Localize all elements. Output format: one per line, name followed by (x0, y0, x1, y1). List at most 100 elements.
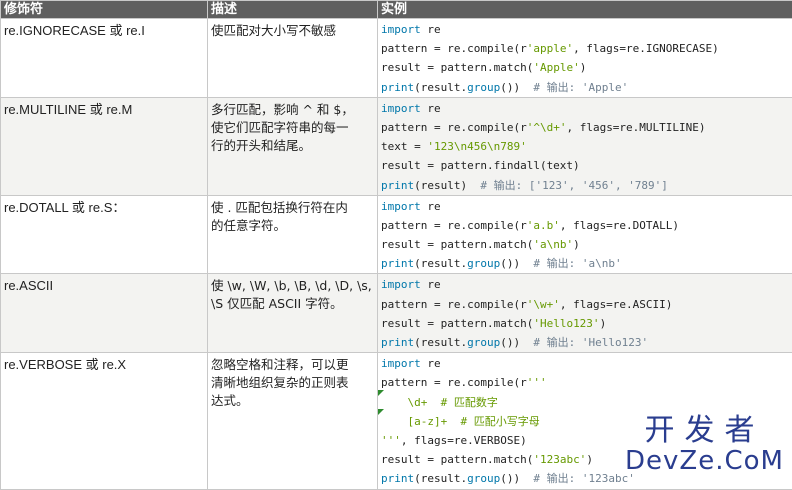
table-row: re.IGNORECASE 或 re.I 使匹配对大小写不敏感 import r… (1, 19, 792, 98)
line-marker-icon (378, 409, 384, 415)
code-line: pattern = re.compile(r''' (381, 373, 792, 392)
code-token: , flags=re.VERBOSE) (401, 434, 527, 447)
code-token: 'Apple' (533, 61, 579, 74)
header-example: 实例 (378, 1, 792, 19)
code-token: import (381, 357, 421, 370)
header-flag: 修饰符 (1, 1, 208, 19)
code-token: pattern = re.compile(r (381, 298, 527, 311)
code-token: # 匹配小写字母 (460, 415, 539, 428)
code-line: \d+ # 匹配数字 (381, 393, 792, 412)
code-token: \d+ (381, 396, 441, 409)
code-token: re (421, 23, 441, 36)
code-token: ) (586, 453, 593, 466)
code-line: result = pattern.match('Hello123') (381, 314, 792, 333)
code-line: result = pattern.match('Apple') (381, 58, 792, 77)
code-token: result = pattern.findall(text) (381, 159, 580, 172)
code-token: ''' (381, 434, 401, 447)
code-token: import (381, 23, 421, 36)
code-token: # 匹配数字 (441, 396, 498, 409)
code-line: ''', flags=re.VERBOSE) (381, 431, 792, 450)
table-body: re.IGNORECASE 或 re.I 使匹配对大小写不敏感 import r… (1, 19, 792, 490)
code-token: group (467, 257, 500, 270)
description-line: 的任意字符。 (211, 217, 372, 235)
code-token: print (381, 81, 414, 94)
code-line: import re (381, 275, 792, 294)
code-token: # 输出: ['123', '456', '789'] (480, 179, 668, 192)
code-line: result = pattern.findall(text) (381, 156, 792, 175)
code-token: re (421, 357, 441, 370)
code-line: print(result.group()) # 输出: 'a\nb' (381, 254, 792, 273)
table-row: re.ASCII 使 \w, \W, \b, \B, \d, \D, \s,\S… (1, 274, 792, 353)
code-example-cell: import repattern = re.compile(r'a.b', fl… (378, 195, 792, 274)
code-token: '123abc' (533, 453, 586, 466)
code-token: , flags=re.ASCII) (560, 298, 673, 311)
description-cell: 忽略空格和注释，可以更清晰地组织复杂的正则表达式。 (208, 353, 378, 489)
table-row: re.DOTALL 或 re.S： 使 . 匹配包括换行符在内的任意字符。 im… (1, 195, 792, 274)
code-line: import re (381, 99, 792, 118)
code-token: ) (573, 238, 580, 251)
code-token: 'a\nb' (533, 238, 573, 251)
description-cell: 多行匹配，影响 ^ 和 $，使它们匹配字符串的每一行的开头和结尾。 (208, 97, 378, 195)
code-token: (result. (414, 472, 467, 485)
code-token: result = pattern.match( (381, 453, 533, 466)
code-line: print(result) # 输出: ['123', '456', '789'… (381, 176, 792, 195)
flag-cell: re.ASCII (1, 274, 208, 353)
code-line: import re (381, 20, 792, 39)
code-token: '^\d+' (527, 121, 567, 134)
description-line: 忽略空格和注释，可以更 (211, 356, 372, 374)
code-line: result = pattern.match('123abc') (381, 450, 792, 469)
code-token: import (381, 278, 421, 291)
code-line: result = pattern.match('a\nb') (381, 235, 792, 254)
description-line: \S 仅匹配 ASCII 字符。 (211, 295, 372, 313)
code-token: # 输出: '123abc' (533, 472, 634, 485)
code-line: print(result.group()) # 输出: 'Hello123' (381, 333, 792, 352)
code-token: (result. (414, 336, 467, 349)
flag-cell: re.DOTALL 或 re.S： (1, 195, 208, 274)
code-line: import re (381, 354, 792, 373)
code-line: pattern = re.compile(r'\w+', flags=re.AS… (381, 295, 792, 314)
code-token: ()) (500, 257, 533, 270)
description-line: 达式。 (211, 392, 372, 410)
code-token: ) (600, 317, 607, 330)
code-token: # 输出: 'Hello123' (533, 336, 648, 349)
code-token: group (467, 472, 500, 485)
description-cell: 使匹配对大小写不敏感 (208, 19, 378, 98)
description-cell: 使 . 匹配包括换行符在内的任意字符。 (208, 195, 378, 274)
code-token: (result. (414, 81, 467, 94)
code-token: re (421, 200, 441, 213)
header-description: 描述 (208, 1, 378, 19)
code-token: pattern = re.compile(r (381, 42, 527, 55)
description-line: 清晰地组织复杂的正则表 (211, 374, 372, 392)
code-token: [a-z]+ (381, 415, 460, 428)
description-line: 行的开头和结尾。 (211, 137, 372, 155)
code-token: group (467, 336, 500, 349)
flag-cell: re.MULTILINE 或 re.M (1, 97, 208, 195)
code-token: 'Hello123' (533, 317, 599, 330)
flag-cell: re.VERBOSE 或 re.X (1, 353, 208, 489)
code-token: (result. (414, 257, 467, 270)
code-token: print (381, 336, 414, 349)
code-example-cell: import repattern = re.compile(r''' \d+ #… (378, 353, 792, 489)
description-line: 使匹配对大小写不敏感 (211, 22, 372, 40)
code-token: pattern = re.compile(r (381, 121, 527, 134)
code-token: re (421, 278, 441, 291)
code-token: ) (580, 61, 587, 74)
code-token: , flags=re.IGNORECASE) (573, 42, 719, 55)
code-token: print (381, 472, 414, 485)
code-token: group (467, 81, 500, 94)
code-token: , flags=re.DOTALL) (560, 219, 679, 232)
description-line: 多行匹配，影响 ^ 和 $， (211, 101, 372, 119)
code-example-cell: import repattern = re.compile(r'apple', … (378, 19, 792, 98)
code-line: print(result.group()) # 输出: 'Apple' (381, 78, 792, 97)
table-header-row: 修饰符 描述 实例 (1, 1, 792, 19)
code-token: (result) (414, 179, 480, 192)
line-marker-icon (378, 390, 384, 396)
code-line: pattern = re.compile(r'apple', flags=re.… (381, 39, 792, 58)
code-token: text = (381, 140, 427, 153)
code-token: ()) (500, 472, 533, 485)
code-token: pattern = re.compile(r (381, 376, 527, 389)
code-token: 'apple' (527, 42, 573, 55)
code-line: text = '123\n456\n789' (381, 137, 792, 156)
code-example-cell: import repattern = re.compile(r'^\d+', f… (378, 97, 792, 195)
code-token: print (381, 257, 414, 270)
